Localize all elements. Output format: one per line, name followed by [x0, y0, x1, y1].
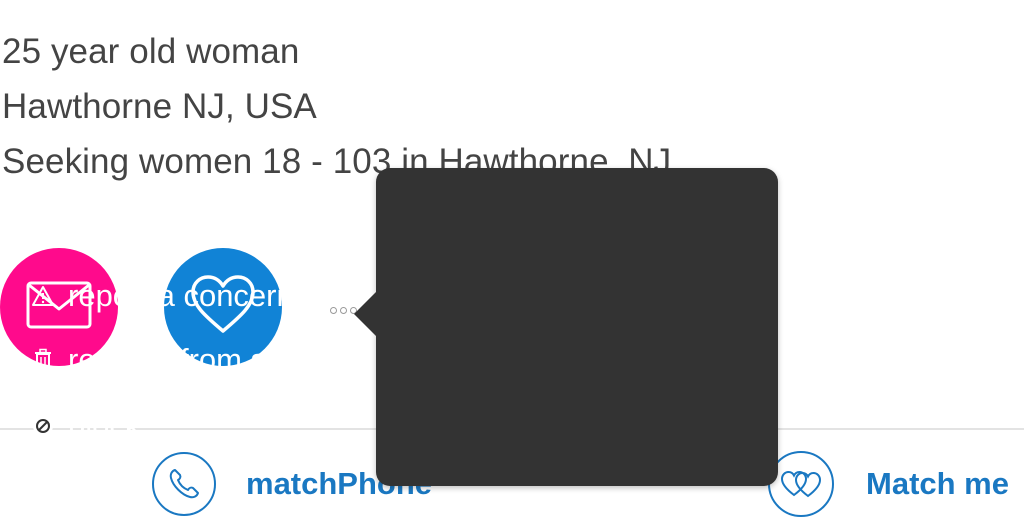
phone-icon	[152, 452, 216, 516]
menu-item-label: remove from search	[68, 342, 344, 377]
profile-location: Hawthorne NJ, USA	[2, 87, 317, 126]
warning-icon	[30, 285, 56, 307]
menu-item-block[interactable]: block	[30, 406, 140, 446]
block-icon	[30, 414, 56, 438]
profile-page: 25 year old woman Hawthorne NJ, USA Seek…	[0, 0, 1024, 522]
menu-pointer	[354, 292, 376, 336]
menu-item-label: report a concern	[68, 278, 294, 313]
profile-age-gender: 25 year old woman	[2, 32, 300, 71]
menu-item-report-concern[interactable]: report a concern	[30, 276, 294, 316]
menu-item-label: share this profile	[68, 212, 296, 247]
ellipsis-dot	[330, 306, 337, 314]
ellipsis-dot	[340, 306, 347, 314]
match-me-label: Match me	[866, 466, 1009, 501]
menu-item-share-profile[interactable]: share this profile	[30, 210, 295, 250]
arrow-right-icon	[30, 220, 56, 240]
menu-item-remove-from-search[interactable]: remove from search	[30, 340, 344, 380]
menu-item-label: block	[68, 408, 141, 443]
match-me-link[interactable]: Match me	[768, 451, 1009, 517]
trash-icon	[30, 348, 56, 372]
profile-summary: 25 year old woman Hawthorne NJ, USA Seek…	[2, 24, 671, 189]
more-options-menu	[354, 168, 778, 486]
